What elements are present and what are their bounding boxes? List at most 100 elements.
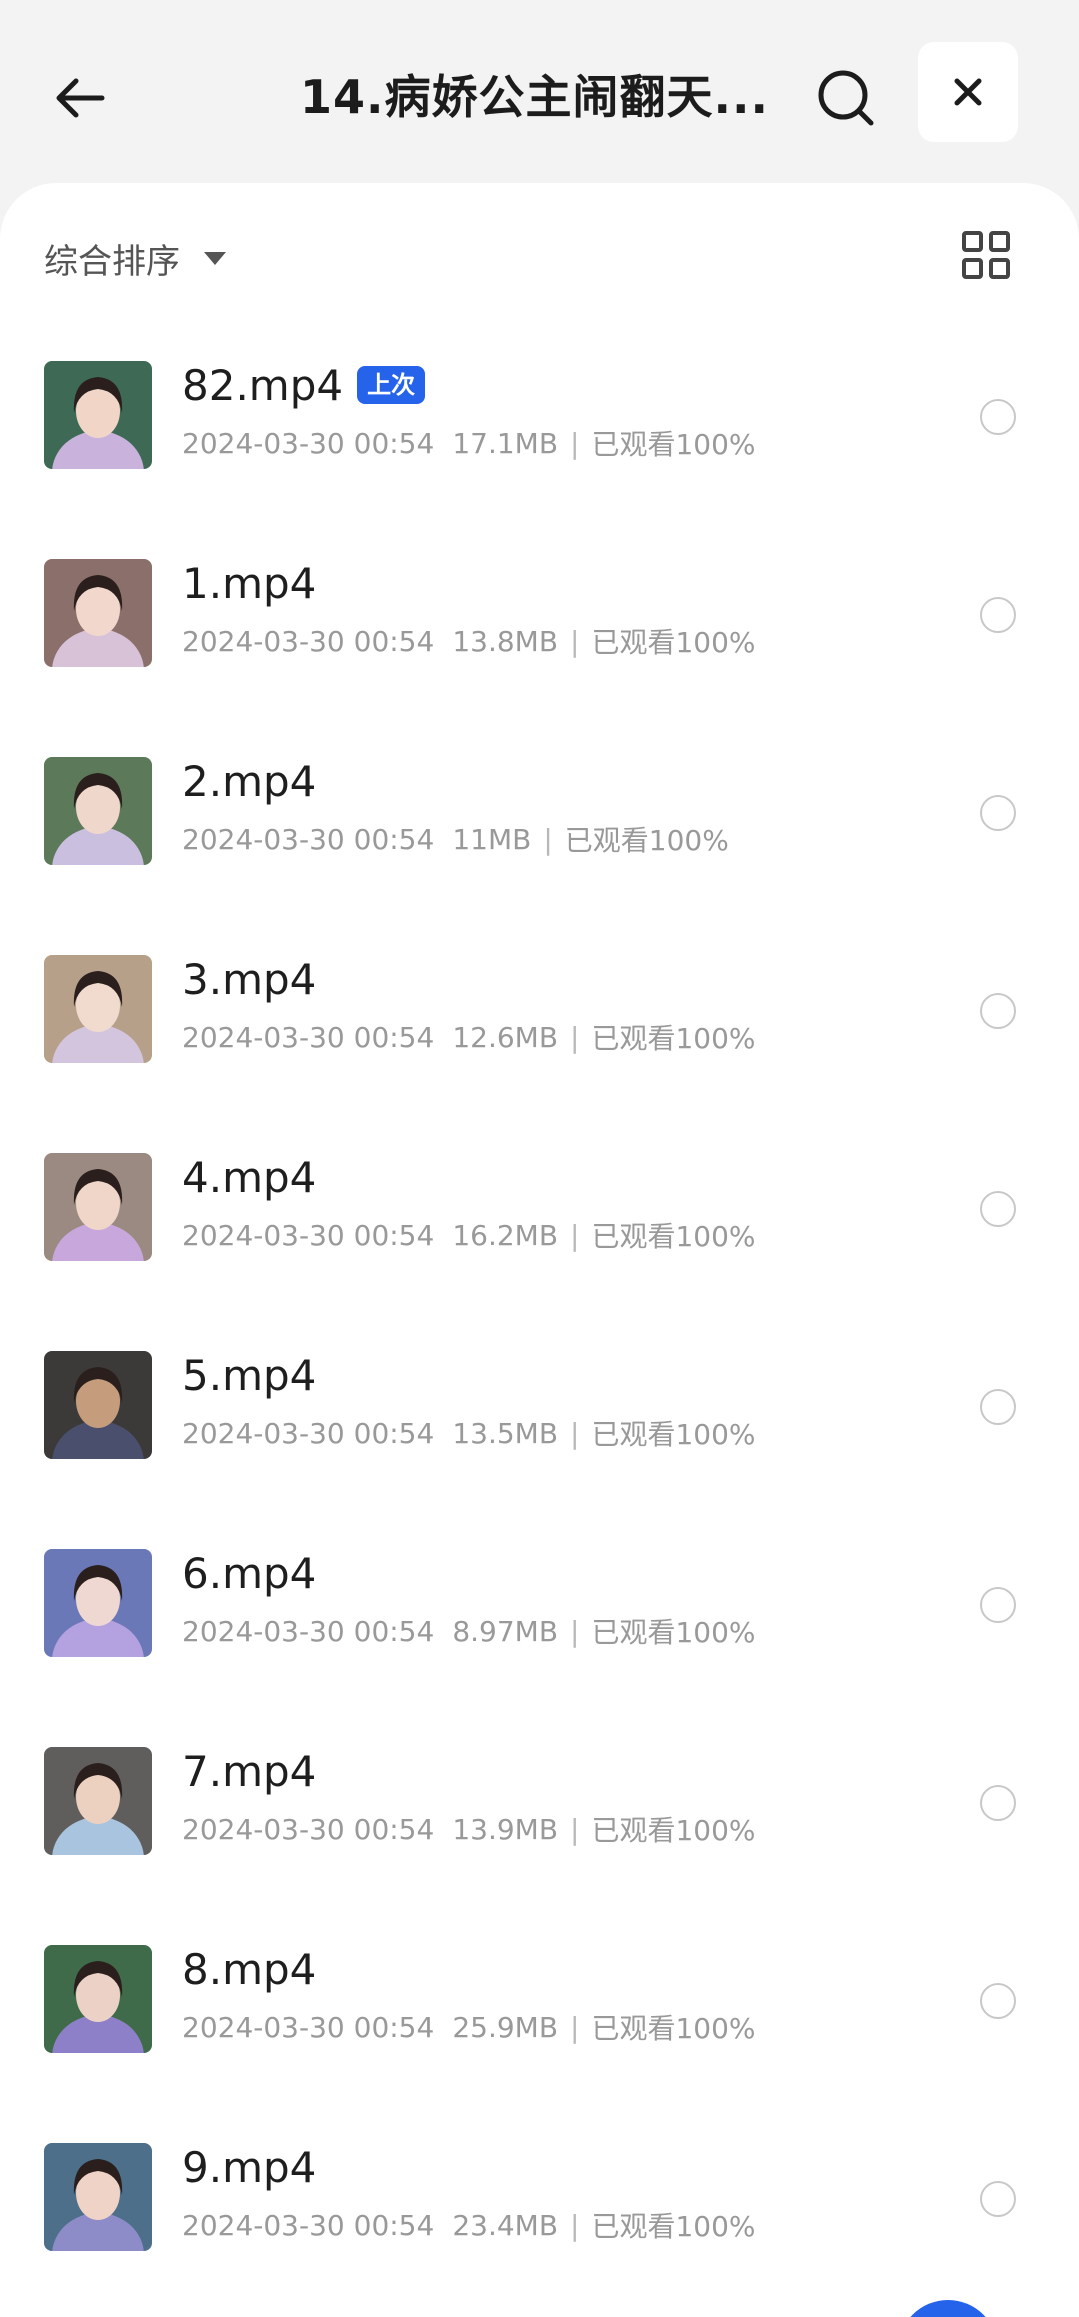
video-thumbnail bbox=[44, 1549, 152, 1657]
file-meta: 2024-03-30 00:54 13.9MB | 已观看100% bbox=[182, 1809, 756, 1849]
select-radio[interactable] bbox=[980, 1587, 1016, 1623]
list-item[interactable]: 8.mp4 2024-03-30 00:54 25.9MB | 已观看100% bbox=[0, 1945, 1079, 2143]
list-item[interactable]: 1.mp4 2024-03-30 00:54 13.8MB | 已观看100% bbox=[0, 559, 1079, 757]
list-item[interactable]: 3.mp4 2024-03-30 00:54 12.6MB | 已观看100% bbox=[0, 955, 1079, 1153]
content-card: 综合排序 82.mp4 上次 2024-03-30 00:54 17.1MB |… bbox=[0, 183, 1079, 2317]
watch-progress: 已观看100% bbox=[591, 1220, 756, 1253]
file-list-screen: 14.病娇公主闹翻天... 综合排序 82.mp4 上次 2024-03-30 … bbox=[0, 0, 1079, 2317]
list-item[interactable]: 7.mp4 2024-03-30 00:54 13.9MB | 已观看100% bbox=[0, 1747, 1079, 1945]
file-name: 3.mp4 bbox=[182, 954, 317, 1004]
select-radio[interactable] bbox=[980, 1983, 1016, 2019]
watch-progress: 已观看100% bbox=[591, 428, 756, 461]
file-date: 2024-03-30 00:54 bbox=[182, 2010, 435, 2044]
divider: | bbox=[570, 426, 580, 460]
list-item[interactable]: 82.mp4 上次 2024-03-30 00:54 17.1MB | 已观看1… bbox=[0, 361, 1079, 559]
divider: | bbox=[570, 2208, 580, 2242]
divider: | bbox=[570, 1416, 580, 1450]
search-icon bbox=[818, 70, 874, 126]
video-thumbnail bbox=[44, 955, 152, 1063]
select-radio[interactable] bbox=[980, 1191, 1016, 1227]
file-name: 8.mp4 bbox=[182, 1944, 317, 1994]
arrow-left-icon bbox=[56, 78, 105, 118]
watch-progress: 已观看100% bbox=[591, 2210, 756, 2243]
file-meta: 2024-03-30 00:54 12.6MB | 已观看100% bbox=[182, 1017, 756, 1057]
file-date: 2024-03-30 00:54 bbox=[182, 624, 435, 658]
watch-progress: 已观看100% bbox=[564, 824, 729, 857]
select-radio[interactable] bbox=[980, 993, 1016, 1029]
watch-progress: 已观看100% bbox=[591, 1814, 756, 1847]
video-thumbnail bbox=[44, 1945, 152, 2053]
list-item[interactable]: 6.mp4 2024-03-30 00:54 8.97MB | 已观看100% bbox=[0, 1549, 1079, 1747]
video-thumbnail bbox=[44, 1351, 152, 1459]
back-button[interactable] bbox=[40, 58, 120, 138]
file-size: 13.8MB bbox=[452, 624, 559, 658]
search-button[interactable] bbox=[806, 58, 886, 138]
file-name: 9.mp4 bbox=[182, 2142, 317, 2192]
divider: | bbox=[570, 1020, 580, 1054]
page-title: 14.病娇公主闹翻天... bbox=[300, 70, 769, 124]
select-radio[interactable] bbox=[980, 1785, 1016, 1821]
video-thumbnail bbox=[44, 1747, 152, 1855]
file-size: 13.5MB bbox=[452, 1416, 559, 1450]
select-radio[interactable] bbox=[980, 1389, 1016, 1425]
watch-progress: 已观看100% bbox=[591, 1022, 756, 1055]
select-radio[interactable] bbox=[980, 399, 1016, 435]
file-date: 2024-03-30 00:54 bbox=[182, 1020, 435, 1054]
file-date: 2024-03-30 00:54 bbox=[182, 426, 435, 460]
file-size: 13.9MB bbox=[452, 1812, 559, 1846]
list-item[interactable]: 2.mp4 2024-03-30 00:54 11MB | 已观看100% bbox=[0, 757, 1079, 955]
file-name: 4.mp4 bbox=[182, 1152, 317, 1202]
video-thumbnail bbox=[44, 361, 152, 469]
file-name: 2.mp4 bbox=[182, 756, 317, 806]
file-date: 2024-03-30 00:54 bbox=[182, 822, 435, 856]
watch-progress: 已观看100% bbox=[591, 1616, 756, 1649]
file-size: 12.6MB bbox=[452, 1020, 559, 1054]
divider: | bbox=[570, 1614, 580, 1648]
file-name: 7.mp4 bbox=[182, 1746, 317, 1796]
watch-progress: 已观看100% bbox=[591, 2012, 756, 2045]
divider: | bbox=[570, 2010, 580, 2044]
file-date: 2024-03-30 00:54 bbox=[182, 1614, 435, 1648]
file-meta: 2024-03-30 00:54 25.9MB | 已观看100% bbox=[182, 2007, 756, 2047]
file-date: 2024-03-30 00:54 bbox=[182, 2208, 435, 2242]
video-thumbnail bbox=[44, 559, 152, 667]
file-meta: 2024-03-30 00:54 13.8MB | 已观看100% bbox=[182, 621, 756, 661]
list-item[interactable]: 5.mp4 2024-03-30 00:54 13.5MB | 已观看100% bbox=[0, 1351, 1079, 1549]
video-thumbnail bbox=[44, 757, 152, 865]
file-name: 5.mp4 bbox=[182, 1350, 317, 1400]
sort-label: 综合排序 bbox=[44, 241, 180, 282]
file-list: 82.mp4 上次 2024-03-30 00:54 17.1MB | 已观看1… bbox=[0, 361, 1079, 2317]
file-name: 6.mp4 bbox=[182, 1548, 317, 1598]
file-date: 2024-03-30 00:54 bbox=[182, 1812, 435, 1846]
list-item[interactable]: 4.mp4 2024-03-30 00:54 16.2MB | 已观看100% bbox=[0, 1153, 1079, 1351]
file-size: 25.9MB bbox=[452, 2010, 559, 2044]
file-size: 11MB bbox=[452, 822, 532, 856]
select-radio[interactable] bbox=[980, 2181, 1016, 2217]
select-radio[interactable] bbox=[980, 795, 1016, 831]
file-meta: 2024-03-30 00:54 13.5MB | 已观看100% bbox=[182, 1413, 756, 1453]
list-item[interactable]: 9.mp4 2024-03-30 00:54 23.4MB | 已观看100% bbox=[0, 2143, 1079, 2317]
close-button[interactable] bbox=[918, 42, 1018, 142]
watch-progress: 已观看100% bbox=[591, 1418, 756, 1451]
grid-view-icon bbox=[962, 231, 1010, 279]
select-radio[interactable] bbox=[980, 597, 1016, 633]
top-bar: 14.病娇公主闹翻天... bbox=[0, 0, 1079, 185]
file-meta: 2024-03-30 00:54 8.97MB | 已观看100% bbox=[182, 1611, 756, 1651]
file-date: 2024-03-30 00:54 bbox=[182, 1416, 435, 1450]
file-size: 17.1MB bbox=[452, 426, 559, 460]
divider: | bbox=[570, 1218, 580, 1252]
file-meta: 2024-03-30 00:54 11MB | 已观看100% bbox=[182, 819, 729, 859]
file-size: 8.97MB bbox=[452, 1614, 559, 1648]
divider: | bbox=[570, 624, 580, 658]
file-meta: 2024-03-30 00:54 23.4MB | 已观看100% bbox=[182, 2205, 756, 2245]
file-date: 2024-03-30 00:54 bbox=[182, 1218, 435, 1252]
video-thumbnail bbox=[44, 2143, 152, 2251]
caret-down-icon bbox=[204, 251, 226, 265]
close-icon bbox=[954, 78, 982, 106]
last-watched-badge: 上次 bbox=[357, 366, 426, 404]
file-size: 16.2MB bbox=[452, 1218, 559, 1252]
file-name: 82.mp4 bbox=[182, 360, 344, 410]
sort-dropdown[interactable]: 综合排序 bbox=[44, 223, 226, 293]
file-meta: 2024-03-30 00:54 17.1MB | 已观看100% bbox=[182, 423, 756, 463]
grid-view-button[interactable] bbox=[956, 225, 1016, 285]
